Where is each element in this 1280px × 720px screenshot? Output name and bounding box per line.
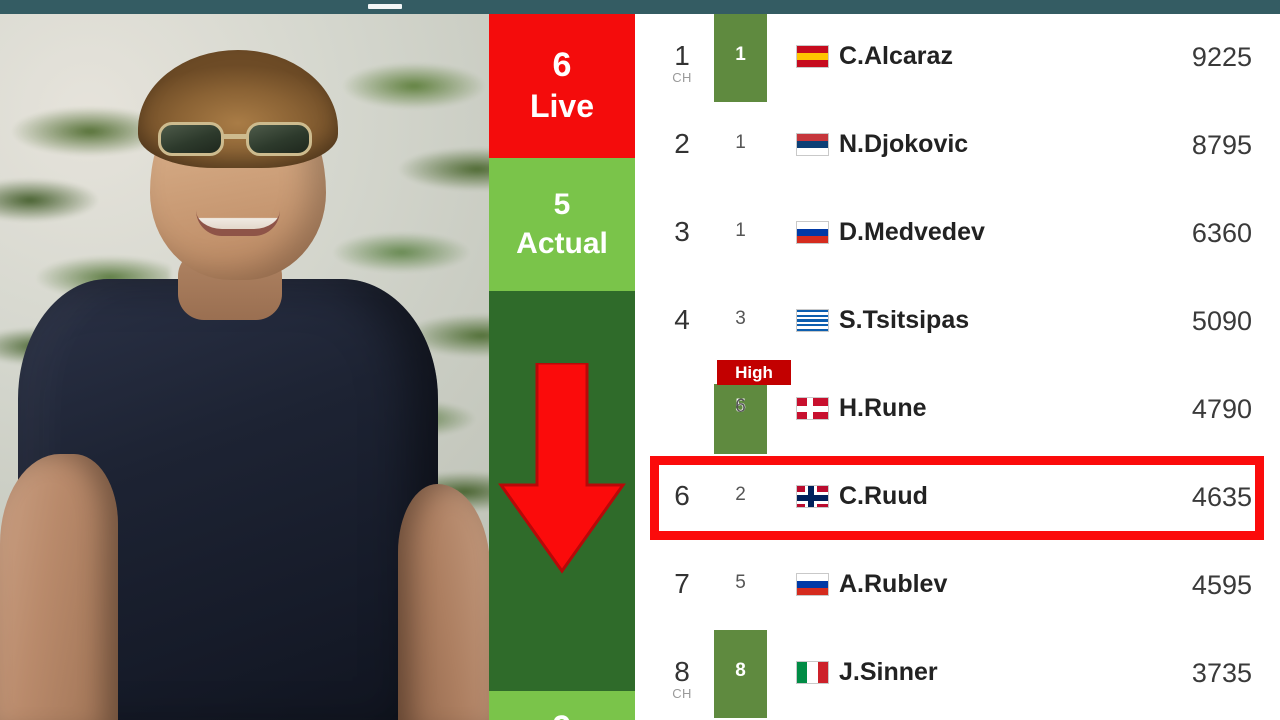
- table-row[interactable]: 8 8 CH J.Sinner 3735: [641, 630, 1280, 718]
- player-points: 4595: [1191, 570, 1252, 600]
- player-arm-right: [398, 484, 489, 720]
- flag-greece-icon: [796, 309, 829, 332]
- high-badge: High: [717, 360, 791, 385]
- player-name[interactable]: D.Medvedev: [839, 218, 985, 247]
- flag-russia-icon: [796, 573, 829, 596]
- flag-russia-icon: [796, 221, 829, 244]
- table-row-highlighted[interactable]: 6 2 C.Ruud 4635: [641, 454, 1280, 542]
- player-name[interactable]: A.Rublev: [839, 570, 947, 599]
- player-name[interactable]: N.Djokovic: [839, 130, 968, 159]
- seed-number: 1: [735, 220, 746, 241]
- player-points: 8795: [1191, 130, 1252, 160]
- sunglasses-lens-right: [246, 122, 312, 156]
- top-bar: [0, 0, 1280, 14]
- actual-rank-box: 5 Actual: [489, 158, 635, 291]
- live-rank-value: 6: [552, 46, 572, 84]
- next-rank-box: 9: [489, 691, 635, 720]
- table-row[interactable]: 2 1 N.Djokovic 8795: [641, 102, 1280, 190]
- career-high-label: CH: [672, 686, 692, 701]
- player-name[interactable]: C.Ruud: [839, 482, 928, 511]
- seed-number: 5: [735, 572, 746, 593]
- sunglasses-lens-left: [158, 122, 224, 156]
- rank-number: 6: [674, 480, 690, 511]
- flag-italy-icon: [796, 661, 829, 684]
- player-arm-left: [0, 454, 118, 720]
- rank-number: 4: [674, 304, 690, 335]
- table-row[interactable]: High 5 6 H.Rune 4790: [641, 360, 1280, 454]
- table-row[interactable]: 4 3 S.Tsitsipas 5090: [641, 278, 1280, 366]
- player-points: 5090: [1191, 306, 1252, 336]
- seed-number: 1: [735, 132, 746, 153]
- table-row[interactable]: 1 1 CH C.Alcaraz 9225: [641, 14, 1280, 102]
- player-points: 4635: [1191, 482, 1252, 512]
- flag-denmark-icon: [796, 397, 829, 420]
- rank-number: 2: [674, 128, 690, 159]
- actual-rank-value: 5: [553, 187, 571, 221]
- arrow-down-icon: [498, 363, 626, 574]
- seed-number: 2: [735, 484, 746, 505]
- live-ranking-panel: 6 Live 5 Actual 9: [489, 14, 641, 720]
- flag-serbia-icon: [796, 133, 829, 156]
- rank-number: 7: [674, 568, 690, 599]
- seed-number: 3: [735, 308, 746, 329]
- sunglasses-icon: [158, 122, 318, 158]
- career-high-value: 8: [735, 660, 746, 681]
- actual-rank-label: Actual: [516, 226, 608, 260]
- career-high-value: 1: [735, 44, 746, 65]
- career-high-box: High 5: [714, 360, 791, 454]
- live-rank-box: 6 Live: [489, 14, 635, 158]
- rank-number: 1: [674, 40, 690, 71]
- player-points: 3735: [1191, 658, 1252, 688]
- rank-number: 8: [674, 656, 690, 687]
- career-high-label: CH: [672, 70, 692, 85]
- player-name[interactable]: S.Tsitsipas: [839, 306, 969, 335]
- player-points: 4790: [1191, 394, 1252, 424]
- player-name[interactable]: C.Alcaraz: [839, 42, 953, 71]
- table-row[interactable]: 7 5 A.Rublev 4595: [641, 542, 1280, 630]
- next-rank-value: 9: [553, 709, 572, 720]
- rank-number: 3: [674, 216, 690, 247]
- player-photo: [0, 14, 489, 720]
- table-row[interactable]: 3 1 D.Medvedev 6360: [641, 190, 1280, 278]
- career-high-box: 1: [714, 14, 767, 102]
- player-name[interactable]: H.Rune: [839, 394, 927, 423]
- seed-number: 6: [735, 396, 746, 417]
- player-points: 6360: [1191, 218, 1252, 248]
- player-name[interactable]: J.Sinner: [839, 658, 938, 687]
- live-rank-label: Live: [529, 88, 595, 124]
- top-bar-text-fragment: [368, 4, 402, 9]
- career-high-box: 8: [714, 630, 767, 718]
- flag-spain-icon: [796, 45, 829, 68]
- rankings-table: 1 1 CH C.Alcaraz 9225 2 1 N.Djokovic 879…: [641, 14, 1280, 720]
- player-points: 9225: [1191, 42, 1252, 72]
- player-smile: [196, 210, 280, 236]
- screenshot-root: 6 Live 5 Actual 9 1 1 CH C.Alcaraz: [0, 0, 1280, 720]
- flag-norway-icon: [796, 485, 829, 508]
- trend-arrow-panel: [489, 291, 635, 691]
